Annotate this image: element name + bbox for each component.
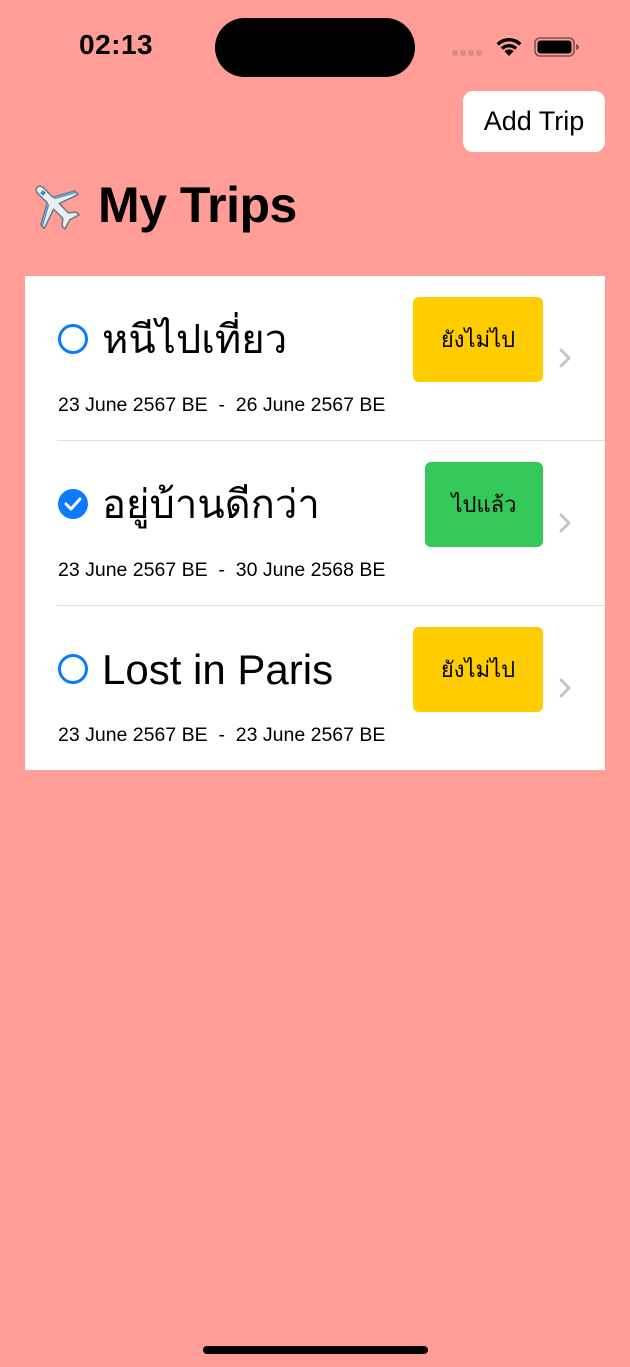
unchecked-circle-icon[interactable] [58, 654, 88, 684]
chevron-right-icon [559, 513, 571, 533]
trip-name: Lost in Paris [102, 646, 334, 693]
add-trip-button[interactable]: Add Trip [463, 91, 605, 152]
trip-name: หนีไปเที่ยว [102, 317, 288, 363]
trip-list: หนีไปเที่ยว ยังไม่ไป 23 June 2567 BE - 2… [25, 276, 605, 770]
status-badge: ยังไม่ไป [413, 627, 543, 712]
trip-dates: 23 June 2567 BE - 23 June 2567 BE [58, 724, 386, 746]
wifi-icon [496, 37, 522, 56]
unchecked-circle-icon[interactable] [58, 324, 88, 354]
status-badge: ยังไม่ไป [413, 297, 543, 382]
status-time: 02:13 [79, 29, 154, 60]
chevron-right-icon [559, 348, 571, 368]
page-title: My Trips [26, 170, 297, 240]
trip-dates: 23 June 2567 BE - 26 June 2567 BE [58, 394, 386, 416]
status-bar: 02:13 [0, 0, 630, 90]
airplane-icon [35, 185, 80, 230]
checkmark-circle-icon[interactable] [58, 489, 88, 519]
home-indicator[interactable] [203, 1346, 428, 1354]
trip-row[interactable]: อยู่บ้านดีกว่า ไปแล้ว 23 June 2567 BE - … [25, 441, 605, 605]
status-badge: ไปแล้ว [425, 462, 543, 547]
signal-dots-icon [452, 50, 484, 58]
chevron-right-icon [559, 678, 571, 698]
trip-row[interactable]: Lost in Paris ยังไม่ไป 23 June 2567 BE -… [25, 606, 605, 770]
dynamic-island [215, 18, 415, 77]
battery-icon [534, 37, 579, 57]
trip-row[interactable]: หนีไปเที่ยว ยังไม่ไป 23 June 2567 BE - 2… [25, 276, 605, 440]
page-title-text: My Trips [98, 177, 297, 233]
trip-name: อยู่บ้านดีกว่า [102, 482, 320, 528]
trip-dates: 23 June 2567 BE - 30 June 2568 BE [58, 559, 386, 581]
